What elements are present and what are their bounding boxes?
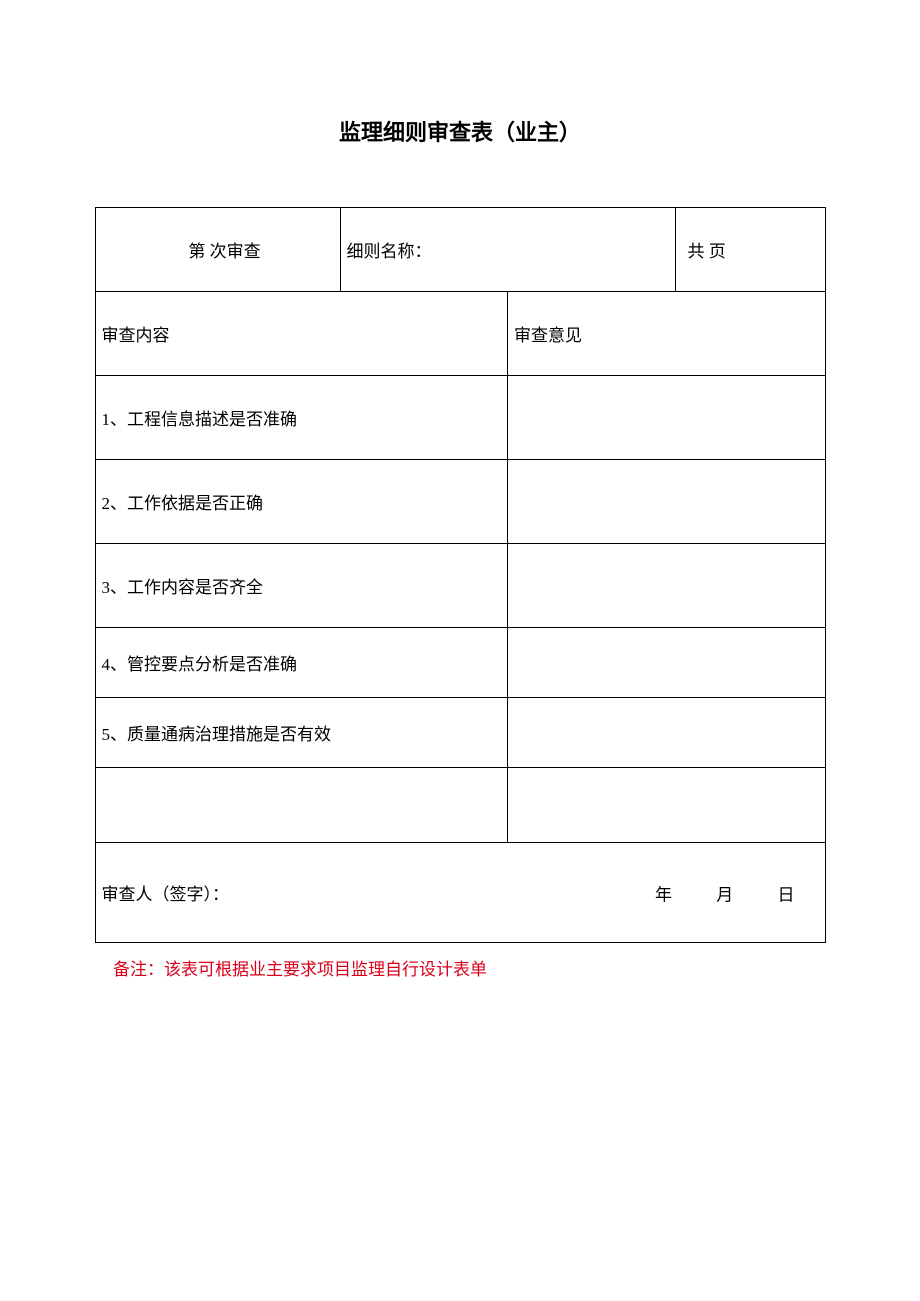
month-unit: 月 bbox=[716, 880, 733, 905]
year-unit: 年 bbox=[655, 880, 672, 905]
table-row: 3、工作内容是否齐全 bbox=[95, 544, 825, 628]
item-content: 5、质量通病治理措施是否有效 bbox=[95, 698, 508, 768]
item-opinion bbox=[508, 628, 826, 698]
date-group: 年 月 日 bbox=[615, 880, 795, 905]
item-content bbox=[95, 768, 508, 843]
footer-note: 备注：该表可根据业主要求项目监理自行设计表单 bbox=[95, 955, 825, 980]
signature-cell: 审查人（签字）： 年 月 日 bbox=[95, 843, 825, 943]
item-opinion bbox=[508, 768, 826, 843]
page-title: 监理细则审查表（业主） bbox=[0, 0, 920, 207]
item-content: 3、工作内容是否齐全 bbox=[95, 544, 508, 628]
review-number-cell: 第 次审查 bbox=[95, 208, 340, 292]
item-content: 1、工程信息描述是否准确 bbox=[95, 376, 508, 460]
day-unit: 日 bbox=[778, 880, 795, 905]
header-row: 第 次审查 细则名称： 共 页 bbox=[95, 208, 825, 292]
signature-label: 审查人（签字）： bbox=[102, 880, 230, 905]
table-row: 5、质量通病治理措施是否有效 bbox=[95, 698, 825, 768]
signature-row: 审查人（签字）： 年 月 日 bbox=[95, 843, 825, 943]
item-opinion bbox=[508, 544, 826, 628]
table-row: 1、工程信息描述是否准确 bbox=[95, 376, 825, 460]
item-opinion bbox=[508, 460, 826, 544]
content-header: 审查内容 bbox=[95, 292, 508, 376]
column-header-row: 审查内容 审查意见 bbox=[95, 292, 825, 376]
opinion-header: 审查意见 bbox=[508, 292, 826, 376]
item-opinion bbox=[508, 376, 826, 460]
table-row: 4、管控要点分析是否准确 bbox=[95, 628, 825, 698]
item-content: 2、工作依据是否正确 bbox=[95, 460, 508, 544]
item-opinion bbox=[508, 698, 826, 768]
table-row bbox=[95, 768, 825, 843]
rule-name-cell: 细则名称： bbox=[340, 208, 675, 292]
item-content: 4、管控要点分析是否准确 bbox=[95, 628, 508, 698]
table-row: 2、工作依据是否正确 bbox=[95, 460, 825, 544]
pages-cell: 共 页 bbox=[675, 208, 825, 292]
review-form-table: 第 次审查 细则名称： 共 页 审查内容 审查意见 1、工程信息描述是否准确 2… bbox=[95, 207, 826, 943]
